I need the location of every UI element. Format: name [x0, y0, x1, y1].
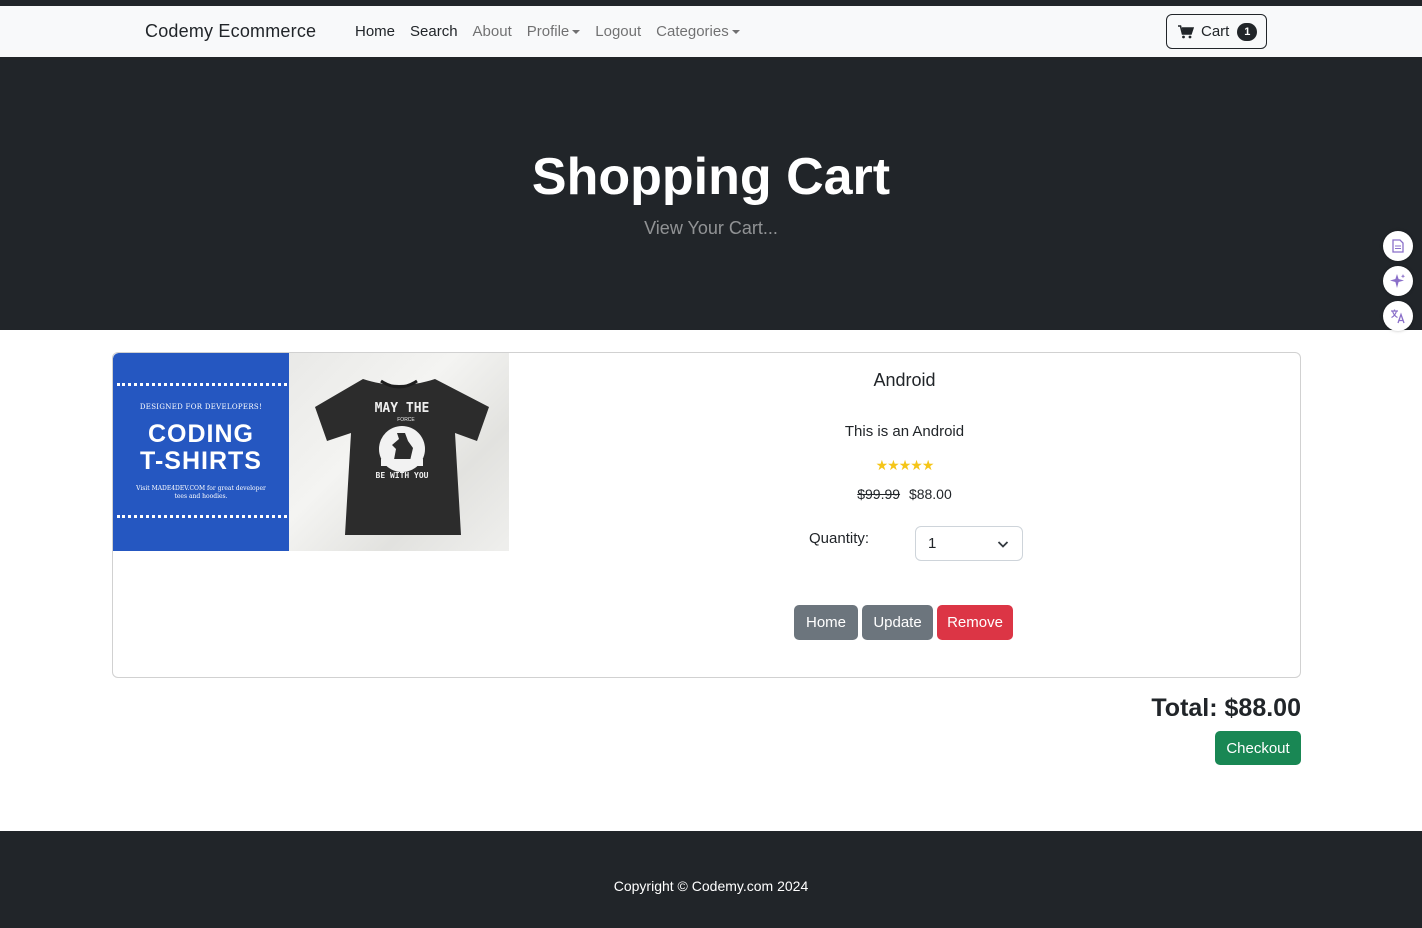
cart-total: Total: $88.00 — [1151, 694, 1301, 722]
navbar: Codemy Ecommerce Home Search About Profi… — [0, 6, 1422, 57]
document-icon — [1392, 239, 1404, 253]
sparkle-icon — [1390, 274, 1406, 288]
quantity-label: Quantity: — [809, 530, 870, 547]
cart-label: Cart — [1201, 23, 1230, 40]
tshirt-icon: MAY THE FORCE BE WITH YOU — [315, 379, 489, 535]
side-tool-document[interactable] — [1383, 231, 1413, 261]
nav-logout[interactable]: Logout — [595, 23, 641, 40]
banner-heading: CODING T-SHIRTS — [113, 421, 289, 475]
price-line: $99.99 $88.00 — [509, 486, 1300, 502]
nav-about[interactable]: About — [473, 23, 512, 40]
banner-heading-line1: CODING — [148, 420, 254, 448]
quantity-select[interactable]: 1 — [915, 526, 1023, 561]
nav-categories-dropdown[interactable]: Categories — [656, 23, 740, 40]
chevron-down-icon — [997, 541, 1009, 548]
sale-price: $88.00 — [908, 486, 952, 502]
footer: Copyright © Codemy.com 2024 — [0, 831, 1422, 928]
product-title[interactable]: Android — [509, 370, 1300, 391]
nav-profile-label: Profile — [526, 23, 570, 40]
cart-icon — [1178, 24, 1194, 38]
page-title: Shopping Cart — [531, 148, 891, 206]
brand-link[interactable]: Codemy Ecommerce — [145, 21, 316, 42]
side-tool-ai[interactable] — [1383, 266, 1413, 296]
caret-down-icon — [731, 29, 740, 34]
product-description: This is an Android — [844, 423, 965, 440]
shirt-print-ribbon — [381, 459, 423, 466]
cart-item-details: Android This is an Android ★★★★★ $99.99 … — [509, 353, 1300, 677]
product-image: DESIGNED FOR DEVELOPERS! CODING T-SHIRTS… — [113, 353, 509, 551]
banner-dotted-line — [117, 515, 287, 518]
checkout-button[interactable]: Checkout — [1215, 731, 1301, 765]
hero-header: Shopping Cart View Your Cart... — [0, 57, 1422, 330]
star-rating: ★★★★★ — [875, 457, 935, 473]
cart-count-badge: 1 — [1237, 22, 1258, 41]
product-image-shirt: MAY THE FORCE BE WITH YOU — [289, 353, 509, 551]
shirt-print-bottom: BE WITH YOU — [376, 471, 429, 480]
shirt-print-force: FORCE — [397, 417, 415, 423]
nav-links: Home Search About Profile Logout Categor… — [355, 23, 755, 40]
nav-categories-label: Categories — [656, 23, 729, 40]
nav-profile-dropdown[interactable]: Profile — [527, 23, 581, 40]
translate-icon — [1391, 309, 1405, 324]
banner-visit-text: Visit MADE4DEV.COM for great developer t… — [136, 485, 266, 500]
home-button[interactable]: Home — [794, 605, 858, 640]
banner-dotted-line — [117, 383, 287, 386]
page-subtitle: View Your Cart... — [644, 218, 778, 238]
side-toolbar — [1383, 231, 1413, 336]
side-tool-translate[interactable] — [1383, 301, 1413, 331]
footer-copyright: Copyright © Codemy.com 2024 — [613, 878, 809, 894]
banner-heading-line2: T-SHIRTS — [140, 447, 262, 475]
banner-tagline: DESIGNED FOR DEVELOPERS! — [139, 403, 263, 411]
quantity-value: 1 — [928, 535, 937, 552]
nav-home[interactable]: Home — [355, 23, 395, 40]
product-image-banner: DESIGNED FOR DEVELOPERS! CODING T-SHIRTS… — [113, 353, 289, 551]
caret-down-icon — [572, 29, 581, 34]
update-button[interactable]: Update — [862, 605, 933, 640]
nav-search[interactable]: Search — [410, 23, 458, 40]
cart-button[interactable]: Cart 1 — [1166, 14, 1267, 49]
shirt-print-top: MAY THE — [375, 401, 430, 416]
cart-item-card: DESIGNED FOR DEVELOPERS! CODING T-SHIRTS… — [112, 352, 1301, 678]
remove-button[interactable]: Remove — [937, 605, 1013, 640]
original-price: $99.99 — [857, 486, 901, 502]
